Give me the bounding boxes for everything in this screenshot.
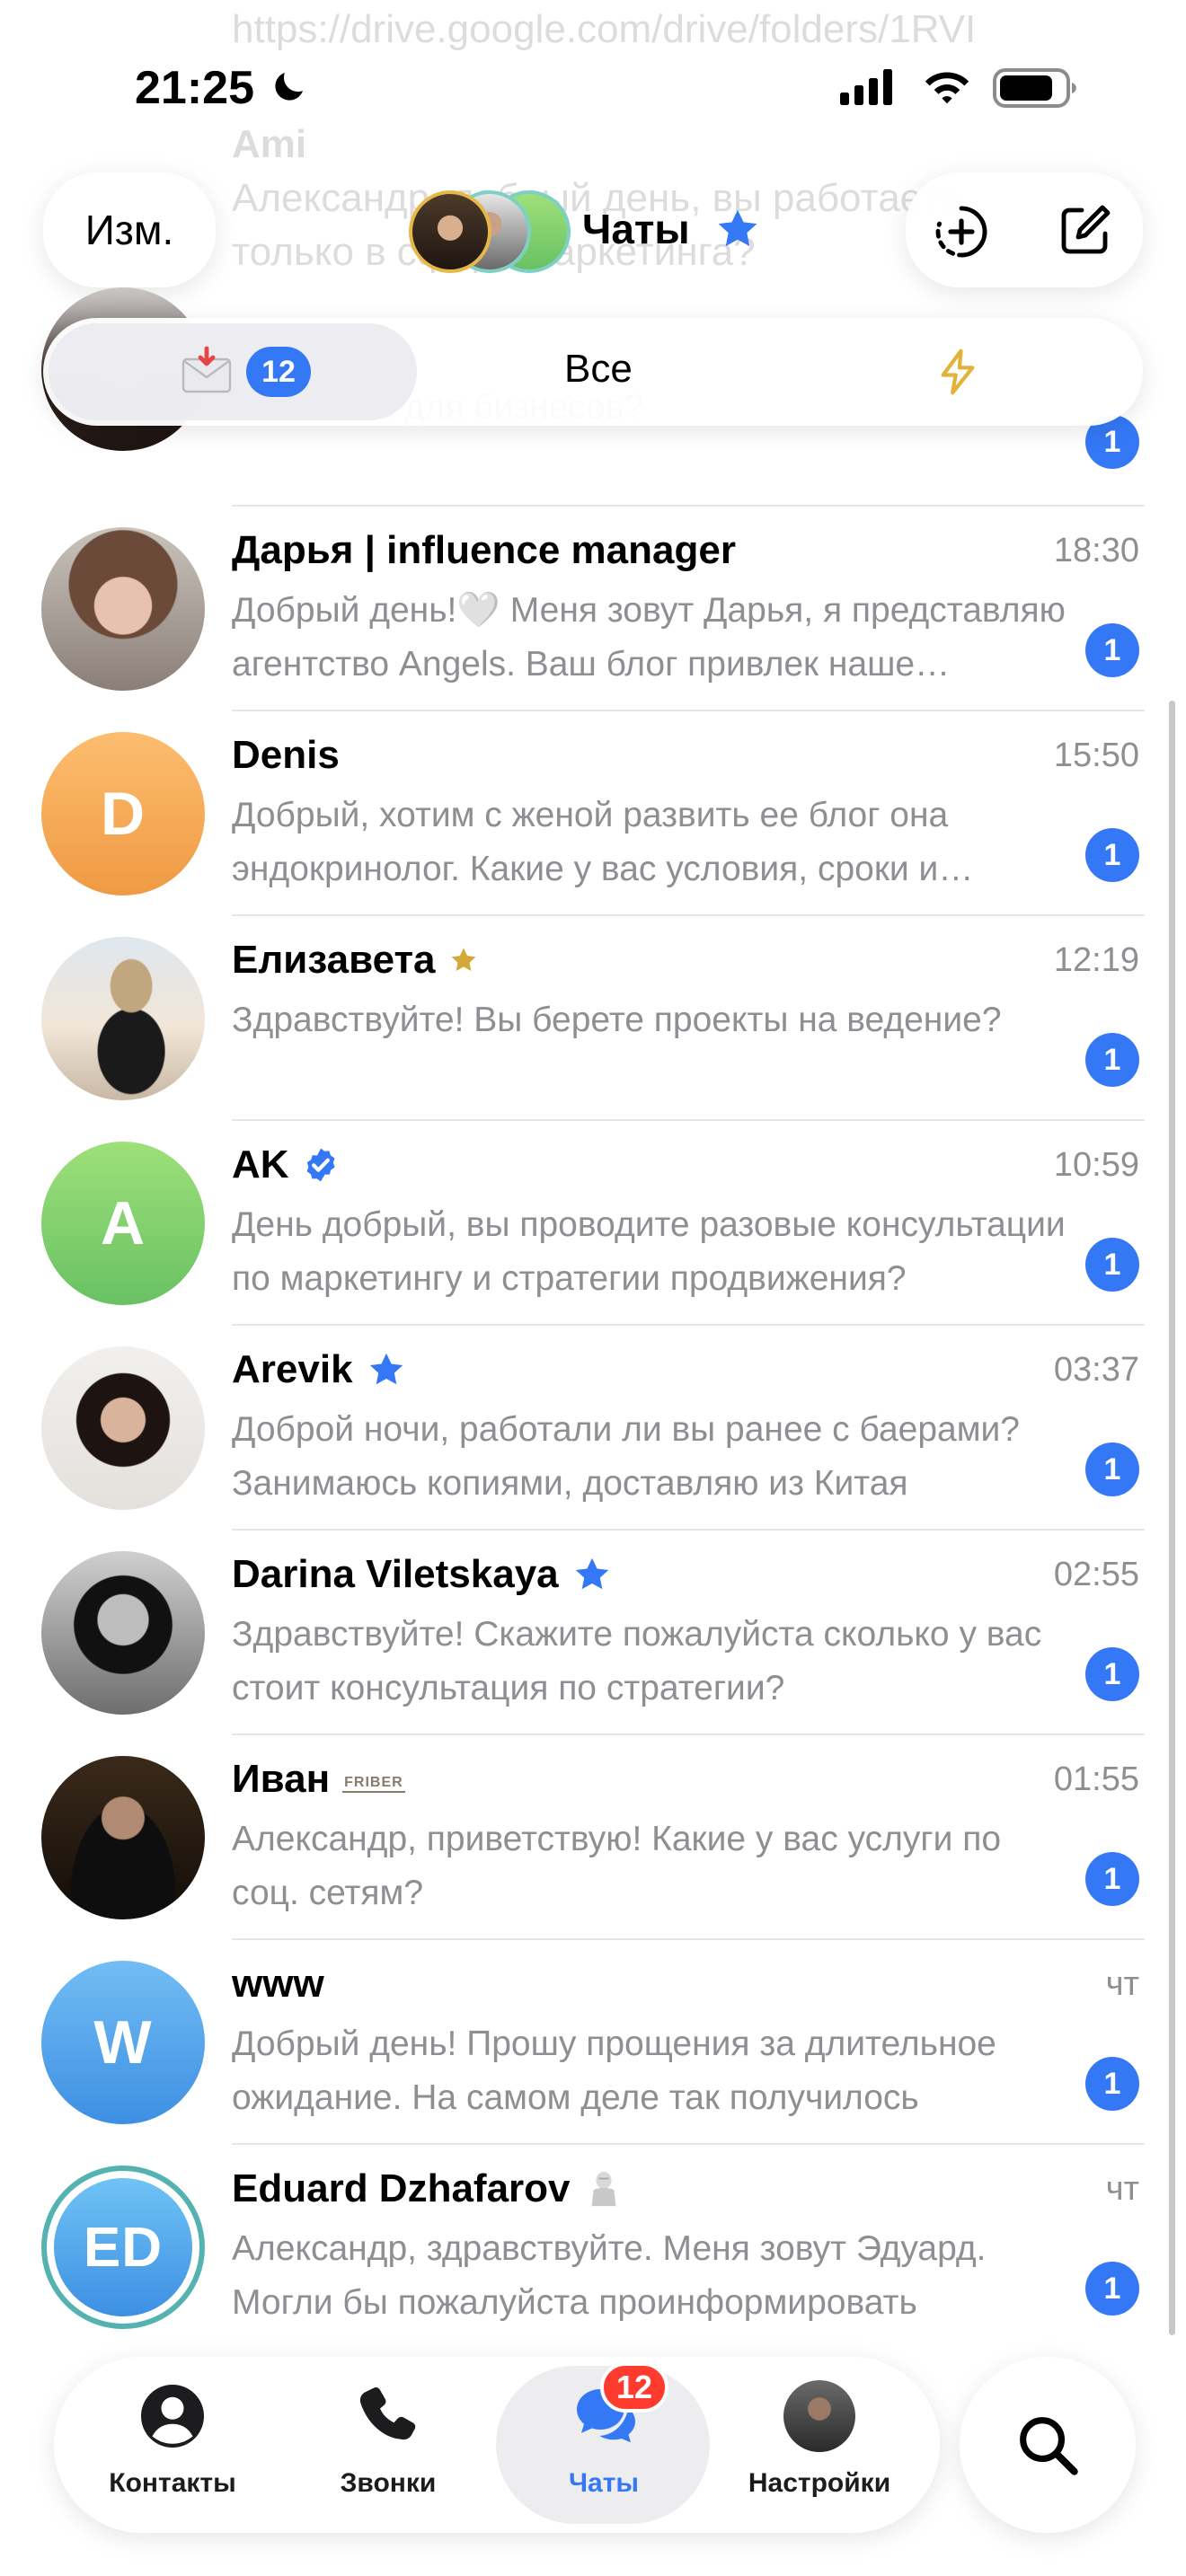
chat-avatar [41, 1756, 205, 1919]
chat-avatar-initials: ED [54, 2178, 192, 2316]
search-button[interactable] [960, 2357, 1136, 2533]
chat-time: 15:50 [1053, 737, 1139, 774]
chat-row-elizaveta[interactable]: Елизавета 12:19 Здравствуйте! Вы берете … [0, 916, 1186, 1121]
unread-badge: 1 [1085, 2262, 1139, 2316]
filter-unread-count: 12 [246, 347, 311, 397]
tab-label: Чаты [568, 2468, 640, 2498]
chat-name: www [232, 1962, 324, 2006]
chat-avatar: A [41, 1142, 205, 1305]
chat-time: 10:59 [1053, 1146, 1139, 1184]
chat-name: Иван FRIBER [232, 1757, 405, 1801]
chat-time: 03:37 [1053, 1351, 1139, 1389]
edit-button[interactable]: Изм. [43, 172, 216, 287]
moon-icon [275, 73, 303, 101]
chat-preview: Здравствуйте! Скажите пожалуйста сколько… [232, 1615, 1042, 1707]
cellular-signal-icon [840, 69, 892, 105]
chat-row-eduard[interactable]: ED Eduard Dzhafarov чт Александр, здравс… [0, 2145, 1186, 2350]
friber-badge: FRIBER [342, 1775, 405, 1793]
person-circle-icon [141, 2385, 204, 2448]
chats-unread-badge: 12 [600, 2362, 668, 2413]
chat-preview: Доброй ночи, работали ли вы ранее с баер… [232, 1410, 1020, 1503]
background-chat-line: https://drive.google.com/drive/folders/1… [232, 7, 977, 51]
title-story-avatars[interactable] [409, 190, 571, 273]
new-story-icon[interactable] [933, 203, 990, 260]
wifi-icon [925, 72, 969, 104]
envelope-icon [181, 346, 232, 393]
chat-time: 02:55 [1053, 1556, 1139, 1593]
tab-label: Звонки [340, 2468, 437, 2498]
chat-row-darya[interactable]: Дарья | influence manager 18:30 Добрый д… [0, 507, 1186, 711]
unread-badge: 1 [1085, 1442, 1139, 1496]
chat-time: чт [1105, 2170, 1139, 2208]
chat-time: чт [1105, 1965, 1139, 2003]
phone-icon [359, 2386, 416, 2440]
premium-star-icon[interactable] [713, 205, 762, 253]
chat-row-www[interactable]: W www чт Добрый день! Прошу прощения за … [0, 1940, 1186, 2145]
story-avatar [409, 190, 491, 273]
chat-name: Елизавета [232, 938, 479, 983]
chat-row-denis[interactable]: D Denis 15:50 Добрый, хотим с женой разв… [0, 711, 1186, 916]
gold-star-icon [451, 948, 475, 972]
chat-avatar [41, 937, 205, 1100]
header-actions [906, 172, 1143, 287]
chat-avatar [41, 527, 205, 691]
profile-avatar [783, 2380, 855, 2452]
bolt-icon[interactable] [933, 345, 983, 399]
chat-time: 12:19 [1053, 941, 1139, 979]
chat-avatar: ED [41, 2166, 205, 2329]
unread-badge: 1 [1085, 1647, 1139, 1701]
tab-settings[interactable]: Настройки [712, 2357, 927, 2533]
chat-name: AK [232, 1142, 340, 1187]
chat-name: Дарья | influence manager [232, 528, 736, 572]
chat-name: Denis [232, 733, 340, 777]
chat-avatar: D [41, 732, 205, 895]
unread-badge: 1 [1085, 1238, 1139, 1292]
chat-preview: Александр, приветствую! Какие у вас услу… [232, 1820, 1002, 1912]
verified-badge-icon [306, 1148, 335, 1182]
chat-row-darina[interactable]: Darina Viletskaya 02:55 Здравствуйте! Ск… [0, 1531, 1186, 1735]
unread-badge: 1 [1085, 1033, 1139, 1087]
chat-preview: День добрый, вы проводите разовые консул… [232, 1205, 1066, 1298]
premium-star-icon [575, 1557, 608, 1590]
chat-name: Arevik [232, 1347, 407, 1392]
chat-preview: Добрый, хотим с женой развить ее блог он… [232, 796, 949, 888]
filter-tabs: 12 Все [43, 318, 1143, 426]
chat-row-ivan[interactable]: Иван FRIBER 01:55 Александр, приветствую… [0, 1735, 1186, 1940]
chat-name: Darina Viletskaya [232, 1552, 613, 1597]
chat-name: Eduard Dzhafarov [232, 2166, 624, 2211]
battery-icon [993, 68, 1076, 108]
chat-avatar [41, 1346, 205, 1510]
unread-badge: 1 [1085, 1852, 1139, 1906]
chat-avatar: W [41, 1961, 205, 2124]
chat-preview: Добрый день!🤍 Меня зовут Дарья, я предст… [232, 591, 1066, 684]
chat-row-arevik[interactable]: Arevik 03:37 Доброй ночи, работали ли вы… [0, 1326, 1186, 1531]
tab-label: Настройки [748, 2468, 891, 2498]
chat-preview: Александр, здравствуйте. Меня зовут Эдуа… [232, 2229, 987, 2322]
tab-contacts[interactable]: Контакты [65, 2357, 280, 2533]
premium-star-icon [369, 1353, 403, 1385]
statue-emoji-icon [591, 2171, 615, 2207]
unread-badge: 1 [1085, 828, 1139, 882]
chat-preview: Здравствуйте! Вы берете проекты на веден… [232, 1001, 1002, 1039]
status-time: 21:25 [135, 62, 254, 114]
chat-time: 01:55 [1053, 1760, 1139, 1798]
search-icon [1020, 2417, 1078, 2475]
unread-badge: 1 [1085, 2057, 1139, 2111]
tab-bar: Контакты Звонки Чаты Настройки [54, 2357, 940, 2533]
chat-row-ak[interactable]: A AK 10:59 День добрый, вы проводите раз… [0, 1121, 1186, 1326]
chat-avatar [41, 1551, 205, 1715]
tab-label: Контакты [109, 2468, 236, 2498]
chat-preview: Добрый день! Прошу прощения за длительно… [232, 2025, 996, 2117]
scrollbar[interactable] [1169, 701, 1175, 2335]
unread-badge: 1 [1085, 623, 1139, 677]
tab-calls[interactable]: Звонки [280, 2357, 496, 2533]
page-title: Чаты [582, 206, 690, 252]
background-chat-name: Ami [232, 122, 307, 166]
chat-time: 18:30 [1053, 532, 1139, 569]
compose-icon[interactable] [1057, 201, 1114, 259]
filter-tab-all[interactable]: Все [564, 347, 633, 392]
